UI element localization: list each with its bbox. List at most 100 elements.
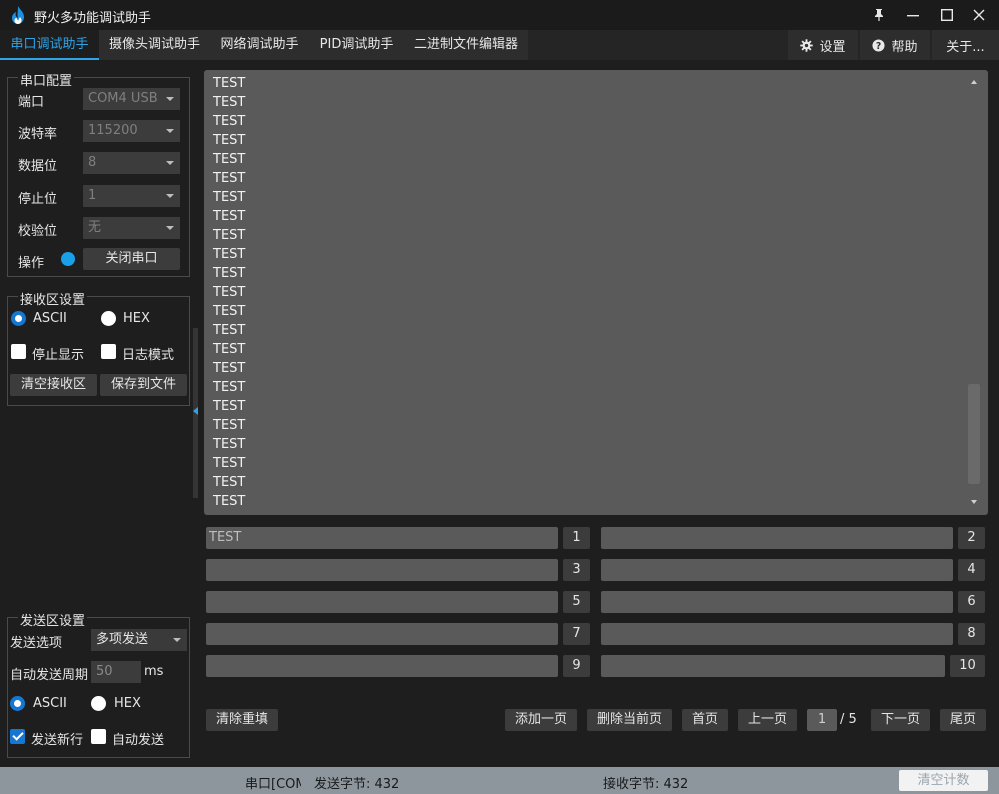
send-button-2[interactable]: 2 <box>958 527 985 549</box>
title-bar: 野火多功能调试助手 <box>0 0 999 30</box>
receive-scrollbar[interactable] <box>968 90 980 495</box>
status-bar: 串口[COM 发送字节: 432 接收字节: 432 清空计数 <box>0 767 999 794</box>
pin-button[interactable] <box>862 0 896 30</box>
auto-period-input[interactable]: 50 <box>91 661 141 683</box>
first-page-button[interactable]: 首页 <box>682 709 728 731</box>
receive-line: TEST <box>213 76 246 91</box>
receive-line: TEST <box>213 342 246 357</box>
question-icon: ? <box>872 38 886 51</box>
scroll-down-icon[interactable] <box>971 500 977 504</box>
databits-select[interactable]: 8 <box>83 152 180 174</box>
save-to-file-button[interactable]: 保存到文件 <box>100 374 187 396</box>
send-button-8[interactable]: 8 <box>958 623 985 645</box>
send-button-7[interactable]: 7 <box>563 623 590 645</box>
send-field-9[interactable] <box>206 655 558 677</box>
about-tab[interactable]: 关于... <box>932 30 999 60</box>
send-button-6[interactable]: 6 <box>958 591 985 613</box>
send-newline-label: 发送新行 <box>31 733 84 748</box>
send-field-3[interactable] <box>206 559 558 581</box>
receive-area[interactable]: TEST TEST TEST TEST TEST TEST TEST TEST TEST TEST… <box>204 70 988 515</box>
maximize-button[interactable] <box>930 0 964 30</box>
receive-line: TEST <box>213 399 246 414</box>
auto-send-label: 自动发送 <box>112 733 165 748</box>
page-number-input[interactable]: 1 <box>807 709 837 731</box>
receive-line: TEST <box>213 361 246 376</box>
send-button-1[interactable]: 1 <box>563 527 590 549</box>
prev-page-button[interactable]: 上一页 <box>738 709 797 731</box>
recv-hex-radio[interactable] <box>101 311 116 326</box>
receive-line: TEST <box>213 95 246 110</box>
parity-label: 校验位 <box>18 224 58 239</box>
send-option-select[interactable]: 多项发送 <box>91 629 187 651</box>
help-tab[interactable]: ? 帮助 <box>860 30 930 60</box>
send-field-2[interactable] <box>601 527 953 549</box>
tab-pid[interactable]: PID调试助手 <box>309 30 404 60</box>
send-button-9[interactable]: 9 <box>563 655 590 677</box>
port-select[interactable]: COM4 USB <box>83 88 180 110</box>
add-page-button[interactable]: 添加一页 <box>505 709 577 731</box>
close-icon <box>973 9 985 21</box>
close-button[interactable] <box>962 0 996 30</box>
svg-text:?: ? <box>876 40 881 51</box>
receive-line: TEST <box>213 285 246 300</box>
parity-value: 无 <box>88 220 102 235</box>
scroll-up-icon[interactable] <box>971 80 977 84</box>
group-title: 接收区设置 <box>18 289 88 308</box>
close-port-button[interactable]: 关闭串口 <box>83 248 180 270</box>
baud-label: 波特率 <box>18 127 58 142</box>
send-field-5[interactable] <box>206 591 558 613</box>
receive-line: TEST <box>213 171 246 186</box>
tab-camera[interactable]: 摄像头调试助手 <box>99 30 210 60</box>
pin-icon <box>875 9 883 21</box>
scrollbar-thumb[interactable] <box>968 384 980 484</box>
stopbits-select[interactable]: 1 <box>83 185 180 207</box>
chevron-down-icon <box>166 97 174 101</box>
port-status-indicator <box>61 252 75 266</box>
next-page-button[interactable]: 下一页 <box>871 709 930 731</box>
clear-refill-button[interactable]: 清除重填 <box>206 709 278 731</box>
delete-page-button[interactable]: 删除当前页 <box>587 709 672 731</box>
port-status-text: 串口[COM <box>245 777 301 792</box>
minimize-button[interactable] <box>896 0 930 30</box>
baud-select[interactable]: 115200 <box>83 120 180 142</box>
recv-ascii-radio[interactable] <box>11 311 26 326</box>
receive-line: TEST <box>213 133 246 148</box>
tab-binary-editor[interactable]: 二进制文件编辑器 <box>404 30 528 60</box>
collapse-arrow-icon[interactable] <box>193 407 198 415</box>
parity-select[interactable]: 无 <box>83 217 180 239</box>
clear-count-button[interactable]: 清空计数 <box>899 770 988 791</box>
tab-serial[interactable]: 串口调试助手 <box>0 30 99 60</box>
gear-icon <box>800 38 814 52</box>
receive-line: TEST <box>213 418 246 433</box>
clear-recv-button[interactable]: 清空接收区 <box>10 374 97 396</box>
auto-send-checkbox[interactable] <box>91 729 106 744</box>
auto-period-label: 自动发送周期 <box>10 668 89 683</box>
send-newline-checkbox[interactable] <box>10 729 25 744</box>
receive-line: TEST <box>213 494 246 509</box>
receive-line: TEST <box>213 475 246 490</box>
send-button-4[interactable]: 4 <box>958 559 985 581</box>
log-mode-checkbox[interactable] <box>101 344 116 359</box>
receive-line: TEST <box>213 380 246 395</box>
chevron-down-icon <box>166 226 174 230</box>
send-button-10[interactable]: 10 <box>950 655 985 677</box>
send-button-5[interactable]: 5 <box>563 591 590 613</box>
settings-tab[interactable]: 设置 <box>788 30 858 60</box>
baud-value: 115200 <box>88 123 138 138</box>
receive-line: TEST <box>213 456 246 471</box>
send-field-6[interactable] <box>601 591 953 613</box>
stopbits-value: 1 <box>88 188 97 203</box>
send-field-10[interactable] <box>601 655 945 677</box>
help-label: 帮助 <box>891 39 918 55</box>
last-page-button[interactable]: 尾页 <box>940 709 986 731</box>
send-field-1[interactable]: TEST <box>206 527 558 549</box>
tab-network[interactable]: 网络调试助手 <box>210 30 309 60</box>
send-field-7[interactable] <box>206 623 558 645</box>
stop-display-checkbox[interactable] <box>11 344 26 359</box>
send-hex-radio[interactable] <box>91 696 106 711</box>
send-ascii-radio[interactable] <box>10 696 25 711</box>
send-field-4[interactable] <box>601 559 953 581</box>
page-total-label: / 5 <box>840 712 857 727</box>
send-field-8[interactable] <box>601 623 953 645</box>
send-button-3[interactable]: 3 <box>563 559 590 581</box>
